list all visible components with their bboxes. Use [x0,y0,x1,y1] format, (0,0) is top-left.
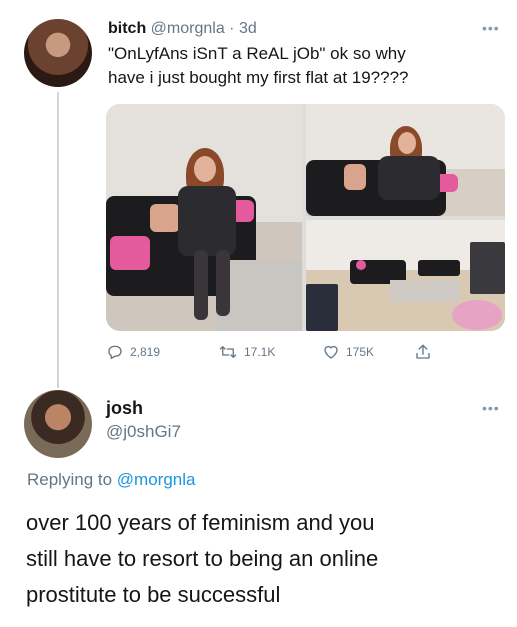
reply-text: over 100 years of feminism and you still… [26,505,506,613]
reply-button[interactable]: 2,819 [106,343,160,361]
reply-text-line: still have to resort to being an online [26,546,379,571]
retweet-button[interactable]: 17.1K [218,343,275,361]
heart-icon [324,345,338,359]
tweet-text: "OnLyfAns iSnT a ReAL jOb" ok so why hav… [108,42,508,90]
avatar[interactable] [24,19,92,87]
pillow-shape [344,164,366,190]
shelf-shape [470,242,505,294]
retweet-count: 17.1K [244,345,276,359]
tweet-media-grid [106,104,505,331]
rug-shape [390,280,460,302]
like-button[interactable]: 175K [322,343,374,361]
pillow-shape [356,260,366,270]
replying-prefix: Replying to [27,470,113,489]
tweet-text-line: have i just bought my first flat at 19??… [108,68,409,87]
share-button[interactable] [414,343,432,361]
pillow-shape [150,204,180,232]
tweet-photo[interactable] [306,220,505,331]
person-leg [194,250,208,320]
reply-text-line: prostitute to be successful [26,582,281,607]
thread-connector-line [57,92,59,388]
tv-stand-shape [418,260,460,276]
tweet-author[interactable]: bitch @morgnla · 3d [108,20,257,38]
avatar[interactable] [24,390,92,458]
tweet-photo[interactable] [106,104,302,331]
person-face [194,156,216,182]
like-count: 175K [346,345,375,359]
author-handle[interactable]: @morgnla [151,20,225,37]
pouf-shape [452,300,502,330]
tweet-text-line: "OnLyfAns iSnT a ReAL jOb" ok so why [108,44,406,63]
person-body [378,156,440,200]
more-options-icon[interactable]: ••• [482,400,500,416]
separator-dot: · [224,20,239,37]
person-face [398,132,416,154]
replying-mention-link[interactable]: @morgnla [117,470,196,489]
side-table-shape [306,284,338,331]
replying-to: Replying to @morgnla [27,470,195,490]
reply-author-name[interactable]: josh [106,398,143,419]
reply-count: 2,819 [130,345,161,359]
share-icon [416,344,430,359]
reply-author-handle[interactable]: @j0shGi7 [106,422,181,442]
person-leg [216,250,230,316]
pillow-shape [110,236,150,270]
reply-text-line: over 100 years of feminism and you [26,510,375,535]
retweet-icon [219,346,237,358]
person-body [178,186,236,256]
more-options-icon[interactable]: ••• [482,20,500,36]
reply-icon [108,345,122,360]
author-name[interactable]: bitch [108,20,146,37]
tweet-time[interactable]: 3d [239,20,257,37]
tweet-photo[interactable] [306,104,505,216]
